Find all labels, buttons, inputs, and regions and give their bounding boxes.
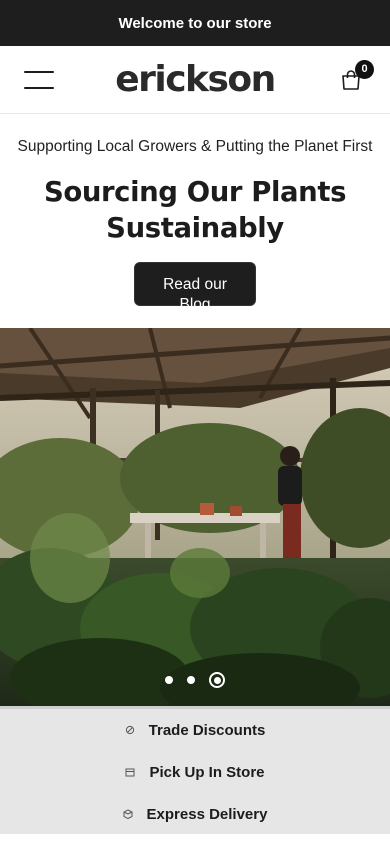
- tag-icon: [125, 725, 135, 735]
- store-icon: [125, 767, 135, 777]
- cart-button[interactable]: 0: [340, 59, 374, 91]
- delivery-icon: [123, 809, 133, 819]
- slide-dot-2[interactable]: [187, 676, 195, 684]
- cart-count-badge: 0: [355, 59, 374, 79]
- hero-title: Sourcing Our Plants Sustainably: [43, 176, 347, 244]
- menu-icon[interactable]: [24, 70, 54, 89]
- announcement-text: Welcome to our store: [118, 14, 272, 32]
- slide-dot-3[interactable]: [209, 672, 225, 688]
- announcement-bar: Welcome to our store: [0, 0, 390, 46]
- read-blog-button[interactable]: Read our Blog: [134, 262, 256, 313]
- slide-dot-1[interactable]: [165, 676, 173, 684]
- feature-trade-discounts: Trade Discounts: [0, 709, 390, 751]
- logo[interactable]: erickson: [115, 59, 276, 100]
- feature-label: Express Delivery: [146, 805, 268, 823]
- feature-label: Trade Discounts: [148, 721, 266, 739]
- hero-slideshow[interactable]: [0, 328, 390, 706]
- slideshow-dots: [0, 672, 390, 688]
- feature-express-delivery: Express Delivery: [0, 793, 390, 835]
- greenhouse-photo: [0, 328, 390, 706]
- feature-pick-up-in-store: Pick Up In Store: [0, 751, 390, 793]
- hero-section: Supporting Local Growers & Putting the P…: [0, 114, 390, 314]
- feature-label: Pick Up In Store: [149, 763, 265, 781]
- features-bar: Trade Discounts Pick Up In Store Express…: [0, 706, 390, 834]
- hero-subtitle: Supporting Local Growers & Putting the P…: [17, 138, 373, 155]
- site-header: erickson 0: [0, 46, 390, 114]
